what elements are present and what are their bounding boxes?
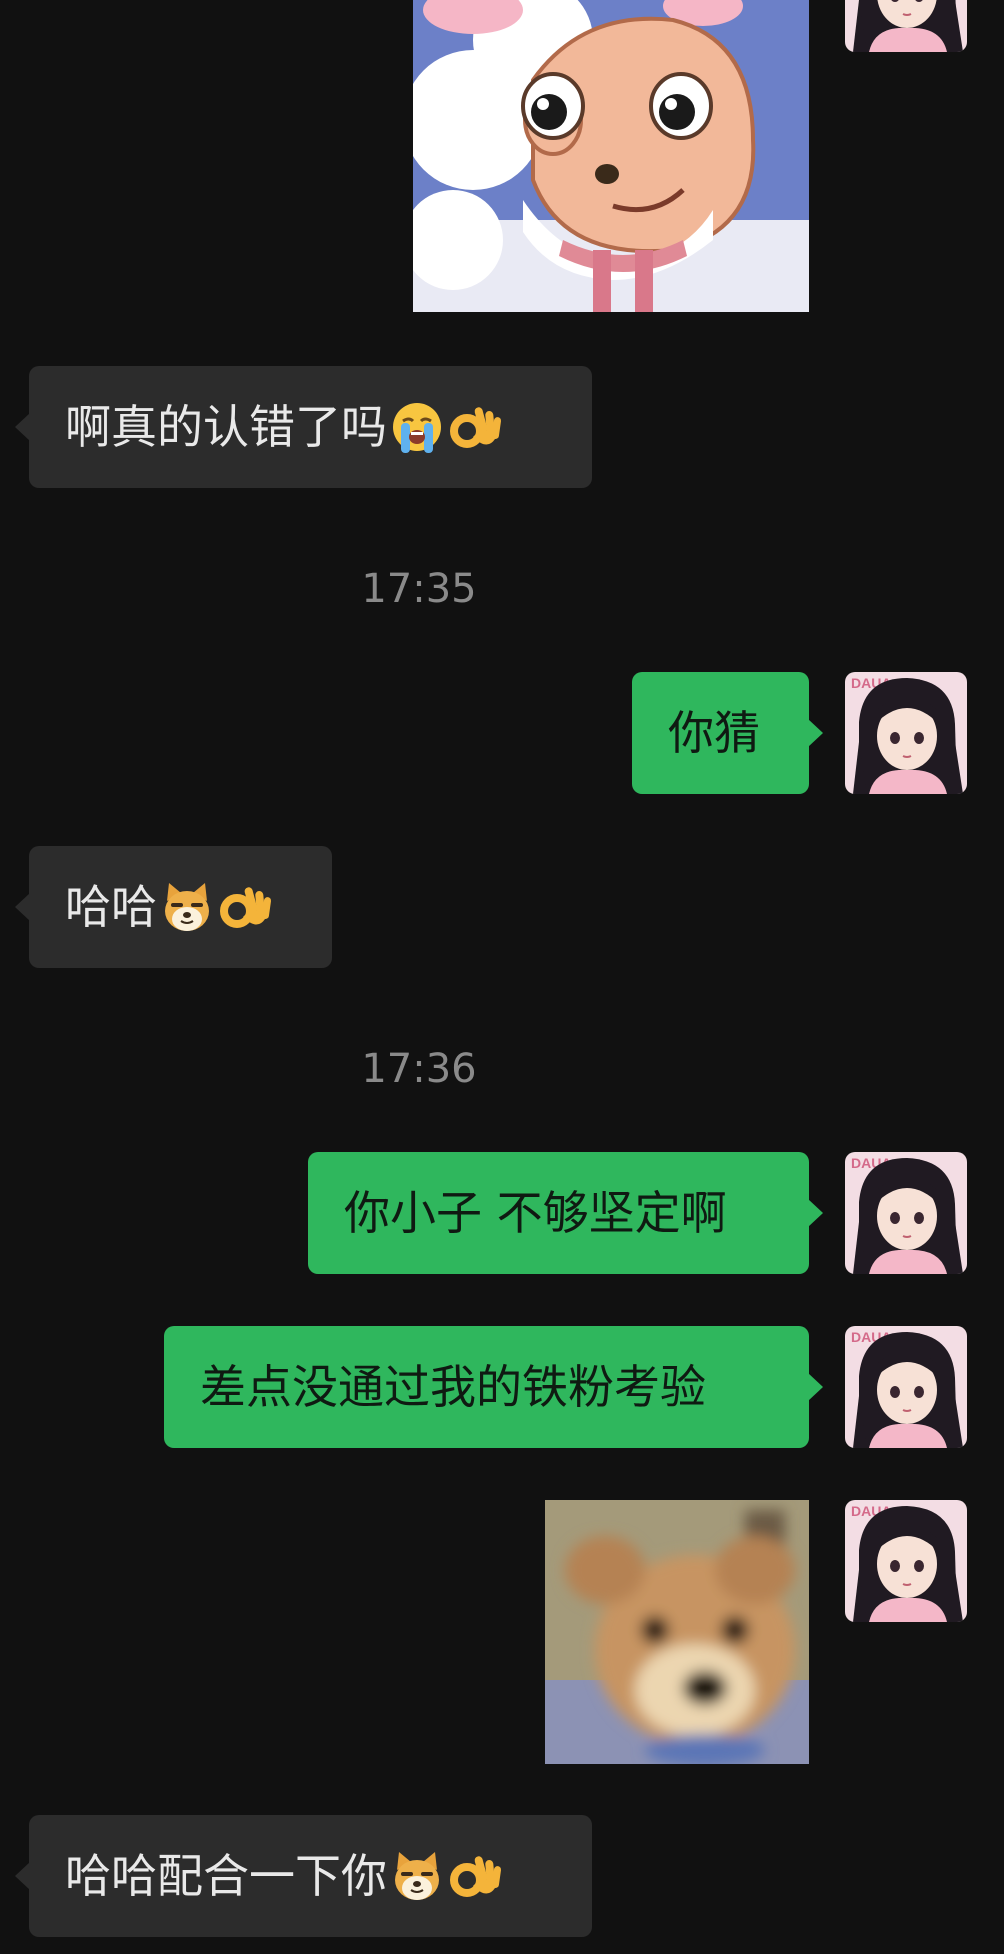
message-text: 你小子 不够坚定啊 <box>344 1186 727 1240</box>
bubble-tail <box>808 1373 823 1401</box>
contact-avatar[interactable] <box>845 0 967 52</box>
bubble-tail <box>808 1199 823 1227</box>
bubble-tail <box>15 1862 30 1890</box>
bubble-tail <box>808 719 823 747</box>
doge-emoji-icon <box>159 879 215 935</box>
my-avatar[interactable] <box>845 1500 967 1622</box>
message-text: 啊真的认错了吗 <box>65 400 387 454</box>
ok-hand-emoji-icon <box>217 879 273 935</box>
blurry-dog-sticker[interactable] <box>545 1500 809 1764</box>
incoming-message-bubble[interactable]: 哈哈配合一下你 <box>15 1815 592 1937</box>
outgoing-message-bubble[interactable]: 你猜 <box>632 672 823 794</box>
bubble-tail <box>15 893 30 921</box>
my-avatar[interactable] <box>845 1152 967 1274</box>
outgoing-message-bubble[interactable]: 差点没通过我的铁粉考验 <box>164 1326 823 1448</box>
my-avatar[interactable] <box>845 1326 967 1448</box>
my-avatar[interactable] <box>845 672 967 794</box>
message-text: 你猜 <box>668 706 760 760</box>
message-text: 哈哈配合一下你 <box>65 1849 387 1903</box>
outgoing-message-bubble[interactable]: 你小子 不够坚定啊 <box>308 1152 823 1274</box>
loudly-crying-face-emoji-icon <box>389 399 445 455</box>
ok-hand-emoji-icon <box>447 1848 503 1904</box>
bubble-tail <box>15 413 30 441</box>
cartoon-sheep-sticker[interactable] <box>413 0 809 312</box>
message-timestamp: 17:35 <box>361 566 477 612</box>
message-text: 哈哈 <box>65 880 157 934</box>
doge-emoji-icon <box>389 1848 445 1904</box>
message-text: 差点没通过我的铁粉考验 <box>200 1360 706 1414</box>
incoming-message-bubble[interactable]: 啊真的认错了吗 <box>15 366 592 488</box>
message-timestamp: 17:36 <box>361 1046 477 1092</box>
incoming-message-bubble[interactable]: 哈哈 <box>15 846 332 968</box>
ok-hand-emoji-icon <box>447 399 503 455</box>
